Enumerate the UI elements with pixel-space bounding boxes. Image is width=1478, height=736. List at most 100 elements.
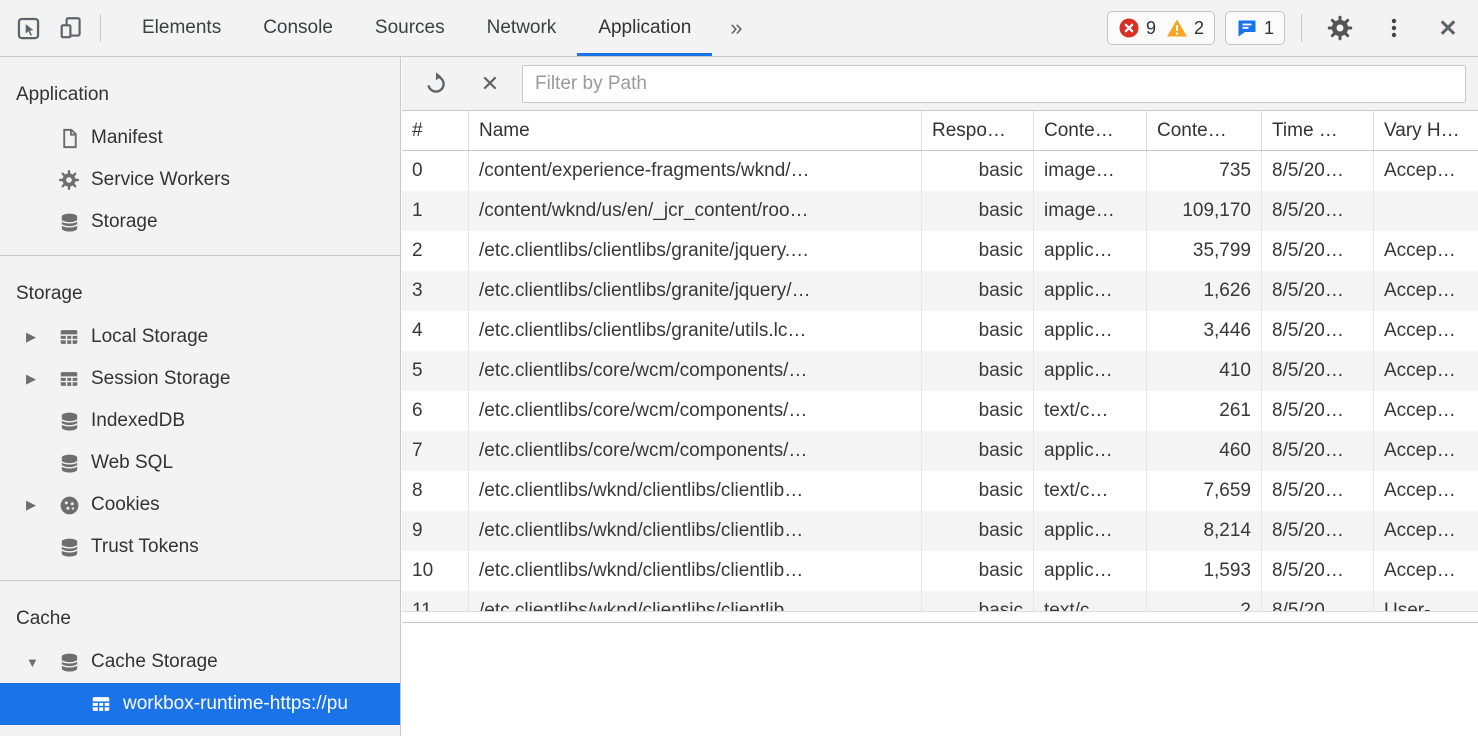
gear-icon	[1326, 14, 1354, 42]
cell-content-type: applic…	[1033, 271, 1146, 311]
table-row[interactable]: 2/etc.clientlibs/clientlibs/granite/jque…	[402, 231, 1478, 271]
clear-button[interactable]: ✕	[468, 60, 512, 108]
sidebar-item-label: Cookies	[91, 494, 160, 516]
cell-response-type: basic	[921, 231, 1033, 271]
column-header-content-length[interactable]: Conte…	[1146, 111, 1261, 150]
devtools-window: ElementsConsoleSourcesNetworkApplication…	[0, 0, 1478, 736]
cell-time: 8/5/20…	[1261, 431, 1373, 471]
tab-network[interactable]: Network	[466, 0, 578, 56]
table-row[interactable]: 10/etc.clientlibs/wknd/clientlibs/client…	[402, 551, 1478, 591]
more-options-button[interactable]	[1372, 4, 1416, 52]
column-header-name[interactable]: Name	[468, 111, 921, 150]
sidebar-item-label: Storage	[91, 211, 158, 233]
column-header-response-type[interactable]: Respo…	[921, 111, 1033, 150]
sidebar-item-application-cache[interactable]: Application Cache	[0, 725, 400, 736]
cell-content-length: 460	[1146, 431, 1261, 471]
cell-response-type: basic	[921, 151, 1033, 191]
column-header-index[interactable]: #	[402, 111, 468, 150]
sidebar-section-application: Application Manifest Service Workers Sto…	[0, 57, 400, 256]
cell-content-type: image…	[1033, 191, 1146, 231]
cell-content-length: 8,214	[1146, 511, 1261, 551]
table-row[interactable]: 5/etc.clientlibs/core/wcm/components/…ba…	[402, 351, 1478, 391]
errors-warnings-badge[interactable]: 9 2	[1107, 11, 1215, 45]
cell-index: 7	[402, 431, 468, 471]
cell-content-length: 2	[1146, 591, 1261, 612]
chevron-right-icon[interactable]: ▶	[26, 329, 56, 345]
settings-button[interactable]	[1318, 4, 1362, 52]
issues-badge[interactable]: 1	[1225, 11, 1285, 45]
main-panel: ✕ #NameRespo…Conte…Conte…Time …Vary H… 0…	[402, 57, 1478, 736]
table-row[interactable]: 1/content/wknd/us/en/_jcr_content/roo…ba…	[402, 191, 1478, 231]
inspect-element-button[interactable]	[6, 4, 50, 52]
error-icon	[1118, 17, 1140, 39]
tab-sources[interactable]: Sources	[354, 0, 466, 56]
cell-time: 8/5/20…	[1261, 191, 1373, 231]
cell-name: /etc.clientlibs/core/wcm/components/…	[468, 431, 921, 471]
cell-response-type: basic	[921, 191, 1033, 231]
more-tabs-button[interactable]: »	[712, 0, 760, 56]
column-header-content-type[interactable]: Conte…	[1033, 111, 1146, 150]
cell-content-type: text/c…	[1033, 591, 1146, 612]
cell-time: 8/5/20…	[1261, 471, 1373, 511]
device-toolbar-icon	[59, 15, 85, 41]
table-row[interactable]: 3/etc.clientlibs/clientlibs/granite/jque…	[402, 271, 1478, 311]
cell-content-type: applic…	[1033, 511, 1146, 551]
sidebar-section-header: Storage	[0, 272, 400, 316]
cell-index: 6	[402, 391, 468, 431]
tab-application[interactable]: Application	[577, 0, 712, 56]
table-row[interactable]: 0/content/experience-fragments/wknd/…bas…	[402, 151, 1478, 191]
sidebar-section-header: Cache	[0, 597, 400, 641]
sidebar-item-cookies[interactable]: ▶ Cookies	[0, 484, 400, 526]
sidebar-item-storage[interactable]: Storage	[0, 201, 400, 243]
cell-name: /etc.clientlibs/wknd/clientlibs/clientli…	[468, 471, 921, 511]
cell-content-length: 3,446	[1146, 311, 1261, 351]
table-row[interactable]: 7/etc.clientlibs/core/wcm/components/…ba…	[402, 431, 1478, 471]
cell-time: 8/5/20…	[1261, 551, 1373, 591]
cell-vary-header: Accep…	[1373, 471, 1478, 511]
cell-time: 8/5/20…	[1261, 271, 1373, 311]
sidebar-item-cache-storage[interactable]: ▼ Cache Storage	[0, 641, 400, 683]
cell-content-type: applic…	[1033, 431, 1146, 471]
sidebar-item-indexeddb[interactable]: IndexedDB	[0, 400, 400, 442]
table-row[interactable]: 8/etc.clientlibs/wknd/clientlibs/clientl…	[402, 471, 1478, 511]
sidebar-item-label: Service Workers	[91, 169, 230, 191]
device-toolbar-button[interactable]	[50, 4, 94, 52]
cell-name: /etc.clientlibs/clientlibs/granite/jquer…	[468, 271, 921, 311]
cell-name: /content/wknd/us/en/_jcr_content/roo…	[468, 191, 921, 231]
chevron-down-icon[interactable]: ▼	[26, 655, 56, 670]
grid-header: #NameRespo…Conte…Conte…Time …Vary H…	[402, 111, 1478, 151]
table-row[interactable]: 11/etc.clientlibs/wknd/clientlibs/client…	[402, 591, 1478, 612]
sidebar-item-trust-tokens[interactable]: Trust Tokens	[0, 526, 400, 568]
filter-input[interactable]	[522, 65, 1466, 103]
close-devtools-button[interactable]: ✕	[1426, 4, 1470, 52]
chevron-right-icon[interactable]: ▶	[26, 371, 56, 387]
table-icon	[58, 326, 80, 348]
table-row[interactable]: 4/etc.clientlibs/clientlibs/granite/util…	[402, 311, 1478, 351]
sidebar-item-workbox-runtime-https-pu[interactable]: workbox-runtime-https://pu	[0, 683, 400, 725]
sidebar-item-session-storage[interactable]: ▶ Session Storage	[0, 358, 400, 400]
column-header-time[interactable]: Time …	[1261, 111, 1373, 150]
table-row[interactable]: 9/etc.clientlibs/wknd/clientlibs/clientl…	[402, 511, 1478, 551]
column-header-vary-header[interactable]: Vary H…	[1373, 111, 1478, 150]
grid-body: 0/content/experience-fragments/wknd/…bas…	[402, 151, 1478, 612]
cell-vary-header: Accep…	[1373, 271, 1478, 311]
sidebar-item-service-workers[interactable]: Service Workers	[0, 159, 400, 201]
cell-vary-header: Accep…	[1373, 151, 1478, 191]
sidebar-item-web-sql[interactable]: Web SQL	[0, 442, 400, 484]
sidebar-item-label: Manifest	[91, 127, 163, 149]
refresh-button[interactable]	[414, 60, 458, 108]
database-icon	[58, 452, 81, 475]
cell-name: /etc.clientlibs/wknd/clientlibs/clientli…	[468, 551, 921, 591]
sidebar-item-local-storage[interactable]: ▶ Local Storage	[0, 316, 400, 358]
cell-content-type: image…	[1033, 151, 1146, 191]
cell-vary-header: Accep…	[1373, 391, 1478, 431]
cell-name: /content/experience-fragments/wknd/…	[468, 151, 921, 191]
table-row[interactable]: 6/etc.clientlibs/core/wcm/components/…ba…	[402, 391, 1478, 431]
document-icon	[58, 127, 81, 150]
tab-console[interactable]: Console	[242, 0, 354, 56]
tab-elements[interactable]: Elements	[121, 0, 242, 56]
sidebar: Application Manifest Service Workers Sto…	[0, 57, 401, 736]
warning-icon	[1166, 17, 1188, 39]
sidebar-item-manifest[interactable]: Manifest	[0, 117, 400, 159]
chevron-right-icon[interactable]: ▶	[26, 497, 56, 513]
